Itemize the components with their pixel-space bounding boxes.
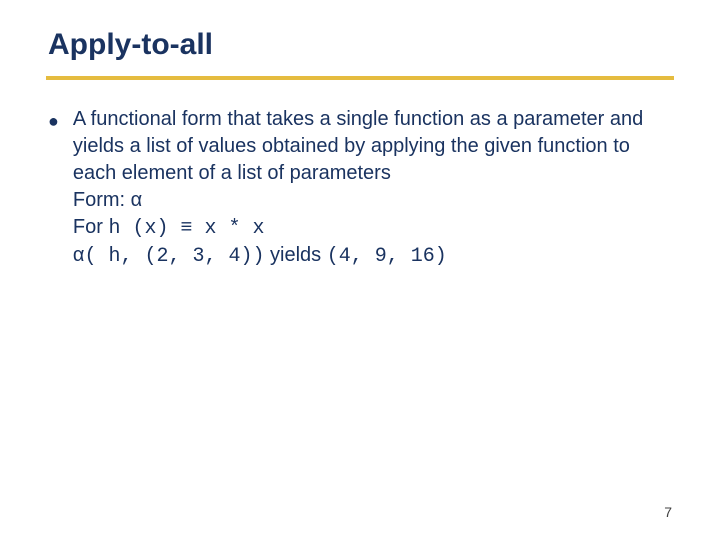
title-underline <box>46 76 674 80</box>
slide: Apply-to-all ● A functional form that ta… <box>0 0 720 540</box>
bullet-icon: ● <box>48 109 59 134</box>
for-code: h (x) ≡ x * x <box>108 217 264 240</box>
for-label: For <box>73 216 109 238</box>
form-symbol: α <box>131 189 143 211</box>
for-line: For h (x) ≡ x * x <box>73 214 672 242</box>
page-number: 7 <box>664 504 672 520</box>
slide-content: ● A functional form that takes a single … <box>48 106 672 270</box>
apply-line: α( h, (2, 3, 4)) yields (4, 9, 16) <box>73 242 672 270</box>
slide-title: Apply-to-all <box>48 28 672 70</box>
form-line: Form: α <box>73 187 672 214</box>
apply-args: ( h, (2, 3, 4)) <box>84 245 264 268</box>
definition-text: A functional form that takes a single fu… <box>73 106 672 187</box>
apply-symbol: α <box>73 244 85 266</box>
form-label: Form: <box>73 189 131 211</box>
yields-result: (4, 9, 16) <box>327 245 447 268</box>
bullet-body: A functional form that takes a single fu… <box>73 106 672 270</box>
yields-label: yields <box>264 244 326 266</box>
bullet-item: ● A functional form that takes a single … <box>48 106 672 270</box>
